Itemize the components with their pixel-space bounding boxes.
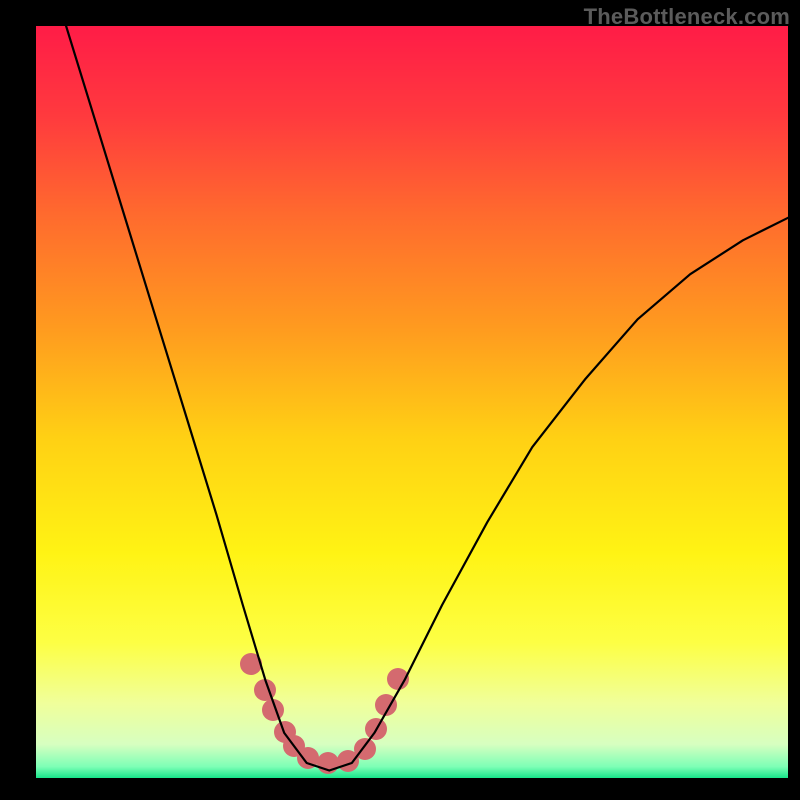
chart-svg [36, 26, 788, 778]
chart-frame: TheBottleneck.com [0, 0, 800, 800]
plot-area [36, 26, 788, 778]
